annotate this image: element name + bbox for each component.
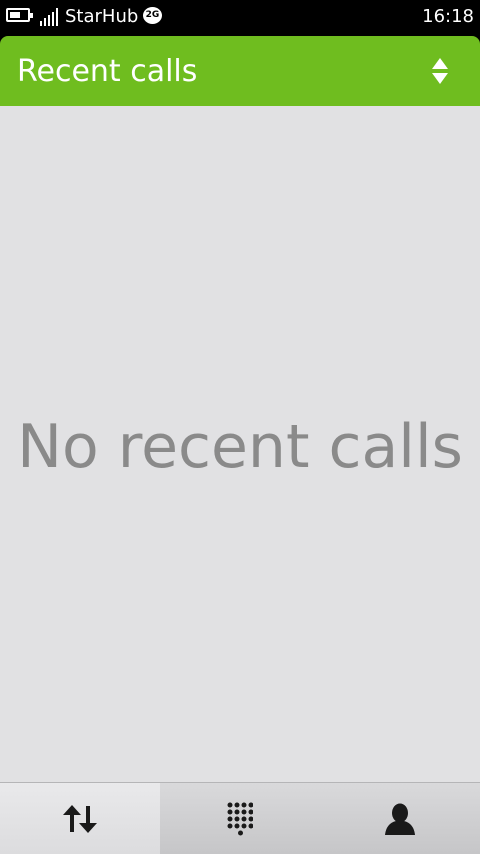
signal-strength-icon	[40, 8, 60, 26]
phone-screen: StarHub 2G 16:18 Recent calls No recent …	[0, 0, 480, 854]
tab-contacts[interactable]	[320, 783, 480, 854]
sort-updown-icon[interactable]	[429, 56, 451, 86]
page-header: Recent calls	[0, 36, 480, 106]
battery-icon	[6, 8, 33, 22]
call-history-icon	[63, 804, 97, 833]
contacts-icon	[385, 803, 415, 835]
recent-calls-list: No recent calls	[0, 106, 480, 782]
status-bar: StarHub 2G 16:18	[0, 0, 480, 34]
tab-dialpad[interactable]	[160, 783, 320, 854]
page-title: Recent calls	[17, 54, 198, 89]
empty-state-message: No recent calls	[17, 412, 463, 482]
status-clock: 16:18	[422, 6, 474, 27]
network-type-badge: 2G	[143, 7, 162, 24]
tab-call-history[interactable]	[0, 783, 160, 854]
dialpad-icon	[227, 802, 253, 835]
operator-name: StarHub	[65, 6, 139, 27]
bottom-toolbar	[0, 782, 480, 854]
